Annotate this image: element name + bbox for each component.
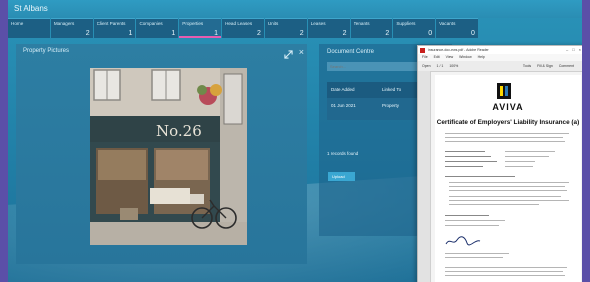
tab-suppliers[interactable]: Suppliers 0 [393,18,436,38]
tab-label: Home [11,21,24,26]
tab-units[interactable]: Units 2 [264,18,307,38]
tab-count: 1 [214,30,219,37]
tab-count: 2 [299,30,304,37]
tab-label: Client Parents [96,21,126,26]
tab-count: 0 [428,30,433,37]
column-header[interactable]: Date Added [327,82,378,98]
toolbar-right: Tools Fill & Sign Comment [523,61,579,71]
panel-title: Property Pictures [23,48,70,54]
tab-vacants[interactable]: Vacants 0 [436,18,478,38]
tab-count: 2 [385,30,390,37]
tab-tenants[interactable]: Tenants 2 [350,18,393,38]
storefront-illustration: No.26 [90,68,247,245]
menu-file[interactable]: File [422,55,428,59]
aviva-logo-icon [497,83,511,99]
fill-sign-button[interactable]: Fill & Sign [537,64,553,68]
tab-label: Companies [139,21,163,26]
close-icon[interactable]: × [299,48,304,57]
tab-count: 2 [256,30,261,37]
comment-button[interactable]: Comment [559,64,574,68]
property-pictures-panel: Property Pictures × No.26 [16,44,307,264]
tab-count: 1 [128,30,133,37]
pdf-title-text: insurance-doc-ews.pdf - Adobe Reader [428,48,489,52]
records-found-text: 1 records found [327,151,359,156]
menu-help[interactable]: Help [478,55,485,59]
brand-name: AVIVA [492,102,524,112]
tab-count: 2 [85,30,90,37]
main-nav-tabs: Home Managers 2 Client Parents 1 Companies… [8,18,478,38]
pdf-toolbar: Open 1 / 1 100% Tools Fill & Sign Commen… [418,61,582,72]
cell-date-added: 01 Jun 2021 [331,103,356,108]
tab-leases[interactable]: Leases 2 [307,18,350,38]
tab-client-parents[interactable]: Client Parents 1 [93,18,136,38]
tab-label: Tenants [353,21,370,26]
zoom-select[interactable]: 100% [449,64,458,68]
tab-label: Suppliers [396,21,416,26]
tab-properties[interactable]: Properties 1 [179,18,222,38]
table-row[interactable]: 01 Jun 2021 Property [327,98,429,120]
tab-count: 2 [342,30,347,37]
window-controls[interactable]: –□× [566,46,582,54]
tab-managers[interactable]: Managers 2 [50,18,93,38]
open-button[interactable]: Open [422,64,431,68]
panel-title: Document Centre [327,49,375,55]
acrobat-icon [420,47,425,53]
pdf-sidebar[interactable] [418,71,431,282]
tab-label: Vacants [439,21,456,26]
pdf-menubar: File Edit View Window Help [418,54,582,61]
tab-count: 1 [171,30,176,37]
tab-label: Properties [182,21,204,26]
tab-label: Head Leases [225,21,253,26]
documents-table: Date Added Linked To 01 Jun 2021 Propert… [327,82,429,120]
property-photo: No.26 [90,68,247,245]
menu-window[interactable]: Window [459,55,471,59]
menu-edit[interactable]: Edit [434,55,440,59]
app-window: St Albans Home Managers 2 Client Parents 1… [8,0,582,282]
tab-label: Managers [53,21,75,26]
tab-head-leases[interactable]: Head Leases 2 [222,18,264,38]
window-title: St Albans [8,0,582,18]
expand-icon[interactable] [284,50,293,59]
table-header: Date Added Linked To [327,82,429,98]
pdf-window-title: insurance-doc-ews.pdf - Adobe Reader –□× [418,46,582,54]
signature-graphic [445,236,481,246]
tab-count: 0 [471,30,475,37]
pdf-viewer-window: insurance-doc-ews.pdf - Adobe Reader –□×… [417,45,582,282]
pdf-page: AVIVA Certificate of Employers' Liabilit… [435,75,581,282]
menu-view[interactable]: View [446,55,454,59]
tab-companies[interactable]: Companies 1 [136,18,179,38]
tab-label: Leases [310,21,326,26]
tab-label: Units [267,21,279,26]
certificate-heading: Certificate of Employers' Liability Insu… [436,119,580,126]
tools-button[interactable]: Tools [523,64,531,68]
shop-sign: No.26 [156,122,202,140]
page-indicator[interactable]: 1 / 1 [437,64,444,68]
tab-home[interactable]: Home [8,18,50,38]
upload-button[interactable]: Upload [328,172,355,181]
